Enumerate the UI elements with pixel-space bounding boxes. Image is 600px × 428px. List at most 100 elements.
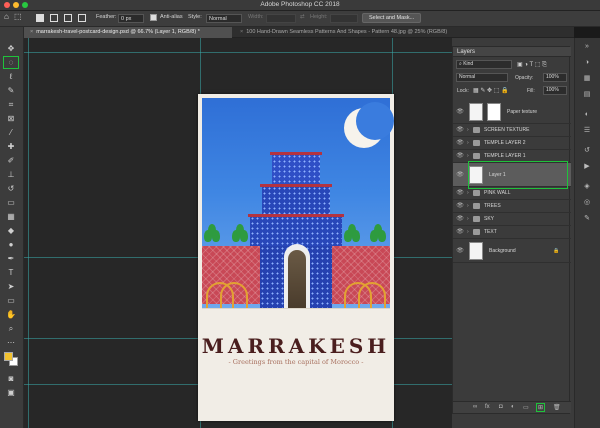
marquee-preset-icon[interactable]: ⬚ — [14, 12, 22, 21]
visibility-eye-icon[interactable]: 👁 — [456, 163, 464, 187]
visibility-eye-icon[interactable]: 👁 — [456, 187, 464, 200]
chevron-right-icon[interactable]: › — [467, 226, 469, 239]
elliptical-marquee-tool-icon[interactable]: ◌ — [3, 56, 19, 69]
layer-style-icon[interactable]: fx — [485, 404, 490, 410]
paths-panel-icon[interactable]: ✎ — [581, 214, 593, 224]
delete-layer-icon[interactable]: 🗑 — [553, 404, 561, 411]
chevron-right-icon[interactable]: › — [467, 137, 469, 150]
gradient-tool-icon[interactable]: ▦ — [4, 211, 18, 222]
visibility-eye-icon[interactable]: 👁 — [456, 239, 464, 263]
layer-row-sky[interactable]: 👁 › SKY — [453, 213, 571, 226]
layer-row-screen-texture[interactable]: 👁 › SCREEN TEXTURE — [453, 124, 571, 137]
path-selection-tool-icon[interactable]: ➤ — [4, 281, 18, 292]
visibility-eye-icon[interactable]: 👁 — [456, 213, 464, 226]
visibility-eye-icon[interactable]: 👁 — [456, 226, 464, 239]
adjustments-panel-icon[interactable]: ◐ — [581, 110, 593, 120]
more-tools-icon[interactable]: ⋯ — [4, 337, 18, 348]
chevron-right-icon[interactable]: › — [467, 213, 469, 226]
type-tool-icon[interactable]: T — [4, 267, 18, 278]
tab-label: 100 Hand-Drawn Seamless Patterns And Sha… — [246, 29, 448, 35]
healing-brush-tool-icon[interactable]: ✚ — [4, 141, 18, 152]
visibility-eye-icon[interactable]: 👁 — [456, 137, 464, 150]
width-input[interactable] — [266, 14, 296, 23]
chevron-right-icon[interactable]: › — [467, 200, 469, 213]
style-select[interactable]: Normal — [206, 14, 242, 23]
hand-tool-icon[interactable]: ✋ — [4, 309, 18, 320]
height-input[interactable] — [330, 14, 358, 23]
clone-stamp-tool-icon[interactable]: ⊥ — [4, 169, 18, 180]
new-group-icon[interactable]: ▭ — [523, 404, 529, 411]
zoom-tool-icon[interactable]: ⌕ — [4, 323, 18, 334]
select-and-mask-button[interactable]: Select and Mask... — [362, 13, 422, 23]
channels-panel-icon[interactable]: ◎ — [581, 198, 593, 208]
crop-tool-icon[interactable]: ⌗ — [4, 99, 18, 110]
lasso-tool-icon[interactable]: ℓ — [4, 71, 18, 82]
pen-tool-icon[interactable]: ✒ — [4, 253, 18, 264]
layer-thumbnail — [469, 242, 483, 260]
layer-row-paper-texture[interactable]: 👁 Paper texture — [453, 100, 571, 124]
adjustment-layer-icon[interactable]: ◐ — [511, 404, 515, 410]
fill-input[interactable]: 100% — [543, 86, 567, 95]
kind-filter-select[interactable]: ⌕ Kind — [456, 60, 512, 69]
visibility-eye-icon[interactable]: 👁 — [456, 200, 464, 213]
properties-panel-icon[interactable]: ☰ — [581, 126, 593, 136]
new-selection-icon[interactable] — [36, 14, 44, 22]
layer-filter-row: ⌕ Kind ▣ ◑ T ⬚ ⎘ — [453, 60, 571, 70]
screen-mode-icon[interactable]: ▣ — [4, 387, 18, 398]
feather-input[interactable]: 0 px — [118, 14, 144, 23]
folder-icon — [473, 203, 480, 209]
swap-icon[interactable]: ⇄ — [300, 14, 305, 20]
frame-tool-icon[interactable]: ⊠ — [4, 113, 18, 124]
antialias-checkbox[interactable] — [150, 14, 157, 21]
blend-mode-select[interactable]: Normal — [456, 73, 508, 82]
blur-tool-icon[interactable]: ◆ — [4, 225, 18, 236]
antialias-label: Anti-alias — [160, 14, 183, 20]
history-brush-tool-icon[interactable]: ↺ — [4, 183, 18, 194]
layer-row-background[interactable]: 👁 Background 🔒 — [453, 239, 571, 263]
eyedropper-tool-icon[interactable]: ⁄ — [4, 127, 18, 138]
add-selection-icon[interactable] — [50, 14, 58, 22]
layer-row-trees[interactable]: 👁 › TREES — [453, 200, 571, 213]
color-panel-icon[interactable]: ◑ — [581, 58, 593, 68]
libraries-panel-icon[interactable]: ▤ — [581, 90, 593, 100]
lock-icons[interactable]: ▦ ✎ ✥ ⬚ 🔒 — [473, 87, 509, 94]
visibility-eye-icon[interactable]: 👁 — [456, 150, 464, 163]
layer-row-text[interactable]: 👁 › TEXT — [453, 226, 571, 239]
actions-panel-icon[interactable]: ▶ — [581, 162, 593, 172]
options-bar: ⌂ ⬚ Feather: 0 px Anti-alias Style: Norm… — [0, 11, 600, 27]
subtract-selection-icon[interactable] — [64, 14, 72, 22]
new-layer-icon[interactable]: ⊞ — [535, 403, 546, 412]
history-panel-icon[interactable]: ↺ — [581, 146, 593, 156]
rectangle-tool-icon[interactable]: ▭ — [4, 295, 18, 306]
wall-arch-pattern — [220, 282, 248, 308]
tab-marrakesh-document[interactable]: × marrakesh-travel-postcard-design.psd @ … — [24, 27, 232, 38]
link-layers-icon[interactable]: ∞ — [473, 404, 477, 410]
layers-panel-icon[interactable]: ◈ — [581, 182, 593, 192]
visibility-eye-icon[interactable]: 👁 — [456, 100, 464, 124]
quick-mask-icon[interactable]: ◙ — [4, 373, 18, 384]
swatches-panel-icon[interactable]: ▦ — [581, 74, 593, 84]
width-label: Width: — [248, 14, 264, 20]
kind-filter-label: Kind — [463, 61, 474, 67]
canvas-area[interactable]: MARRAKESH - Greetings from the capital o… — [24, 38, 452, 428]
opacity-input[interactable]: 100% — [543, 73, 567, 82]
dodge-tool-icon[interactable]: ● — [4, 239, 18, 250]
filter-pixel-icon[interactable]: ▣ ◑ T ⬚ ⎘ — [517, 61, 547, 69]
move-tool-icon[interactable]: ✥ — [4, 43, 18, 54]
add-mask-icon[interactable]: ◘ — [499, 404, 503, 410]
layer-name: Background — [489, 248, 516, 254]
home-icon[interactable]: ⌂ — [4, 12, 9, 21]
collapse-panels-icon[interactable]: » — [581, 42, 593, 52]
layer-row-temple-layer-2[interactable]: 👁 › TEMPLE LAYER 2 — [453, 137, 571, 150]
eraser-tool-icon[interactable]: ▭ — [4, 197, 18, 208]
tab-close-icon[interactable]: × — [30, 29, 33, 35]
intersect-selection-icon[interactable] — [78, 14, 86, 22]
tab-close-icon[interactable]: × — [240, 29, 243, 35]
chevron-right-icon[interactable]: › — [467, 124, 469, 137]
brush-tool-icon[interactable]: ✐ — [4, 155, 18, 166]
visibility-eye-icon[interactable]: 👁 — [456, 124, 464, 137]
postcard-artwork[interactable]: MARRAKESH - Greetings from the capital o… — [198, 94, 394, 421]
tab-pattern-document[interactable]: × 100 Hand-Drawn Seamless Patterns And Sh… — [234, 27, 468, 38]
foreground-color-swatch[interactable] — [4, 352, 13, 361]
quick-selection-tool-icon[interactable]: ✎ — [4, 85, 18, 96]
